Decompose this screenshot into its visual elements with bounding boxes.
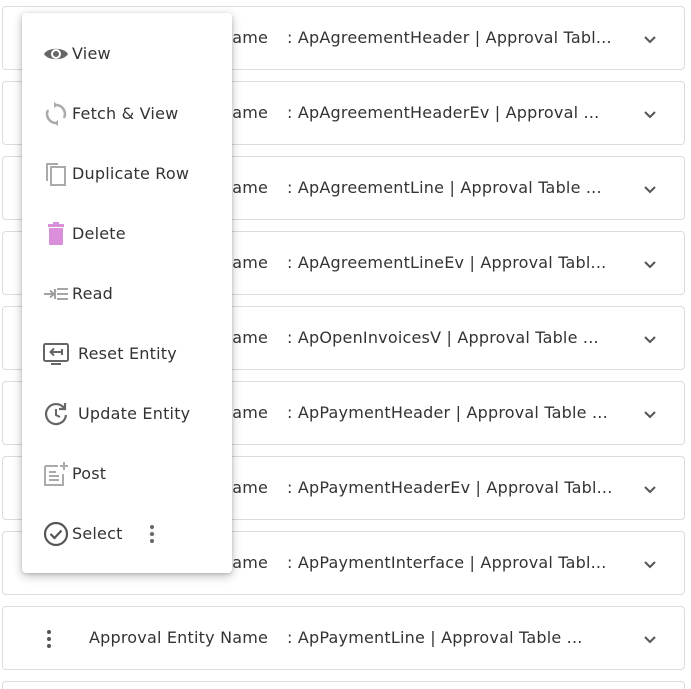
- list-item[interactable]: Approval Entity Name : ApPaymentLine | A…: [2, 606, 685, 670]
- row-value: : ApPaymentHeaderEv | Approval Tabl...: [287, 478, 613, 497]
- menu-item-label: Fetch & View: [72, 104, 179, 123]
- check-circle-icon: [43, 521, 69, 547]
- row-value: : ApAgreementLineEv | Approval Tabl...: [287, 253, 607, 272]
- chevron-down-icon[interactable]: [642, 331, 658, 347]
- chevron-down-icon[interactable]: [642, 256, 658, 272]
- trash-icon: [48, 222, 64, 245]
- row-more-icon[interactable]: [39, 627, 59, 651]
- menu-item-post[interactable]: Post: [22, 449, 232, 499]
- chevron-down-icon[interactable]: [642, 631, 658, 647]
- menu-item-label: Select: [72, 524, 123, 543]
- row-context-menu: View Fetch & View Duplicate Row Delete R…: [22, 13, 232, 573]
- post-icon: [44, 462, 68, 486]
- menu-item-select[interactable]: Select: [22, 509, 232, 559]
- menu-item-duplicate-row[interactable]: Duplicate Row: [22, 149, 232, 199]
- refresh-icon: [45, 102, 67, 126]
- chevron-down-icon[interactable]: [642, 556, 658, 572]
- chevron-down-icon[interactable]: [642, 481, 658, 497]
- menu-item-label: Reset Entity: [78, 344, 177, 363]
- chevron-down-icon[interactable]: [642, 31, 658, 47]
- menu-item-label: Read: [72, 284, 114, 303]
- menu-item-update-entity[interactable]: Update Entity: [22, 389, 232, 439]
- menu-item-reset-entity[interactable]: Reset Entity: [22, 329, 232, 379]
- indent-icon: [44, 288, 68, 300]
- row-value: : ApPaymentLine | Approval Table ...: [287, 628, 583, 647]
- menu-item-label: Update Entity: [78, 404, 191, 423]
- menu-item-label: Duplicate Row: [72, 164, 190, 183]
- reset-monitor-icon: [43, 343, 69, 365]
- more-vertical-icon[interactable]: [148, 522, 156, 546]
- row-value: : ApPaymentInterface | Approval Tabl...: [287, 553, 607, 572]
- row-value: : ApOpenInvoicesV | Approval Table ...: [287, 328, 599, 347]
- list-item[interactable]: [2, 681, 685, 689]
- row-value: : ApAgreementHeaderEv | Approval ...: [287, 103, 600, 122]
- row-value: : ApAgreementHeader | Approval Tabl...: [287, 28, 612, 47]
- chevron-down-icon[interactable]: [642, 406, 658, 422]
- menu-item-fetch-view[interactable]: Fetch & View: [22, 89, 232, 139]
- copy-icon: [46, 163, 66, 186]
- menu-item-view[interactable]: View: [22, 29, 232, 79]
- update-icon: [44, 402, 68, 426]
- menu-item-label: View: [72, 44, 111, 63]
- menu-item-delete[interactable]: Delete: [22, 209, 232, 259]
- row-label: Approval Entity Name: [89, 628, 269, 647]
- chevron-down-icon[interactable]: [642, 181, 658, 197]
- menu-item-label: Delete: [72, 224, 126, 243]
- chevron-down-icon[interactable]: [642, 106, 658, 122]
- row-value: : ApPaymentHeader | Approval Table ...: [287, 403, 608, 422]
- eye-icon: [44, 48, 68, 60]
- row-value: : ApAgreementLine | Approval Table ...: [287, 178, 602, 197]
- menu-item-label: Post: [72, 464, 107, 483]
- menu-item-read[interactable]: Read: [22, 269, 232, 319]
